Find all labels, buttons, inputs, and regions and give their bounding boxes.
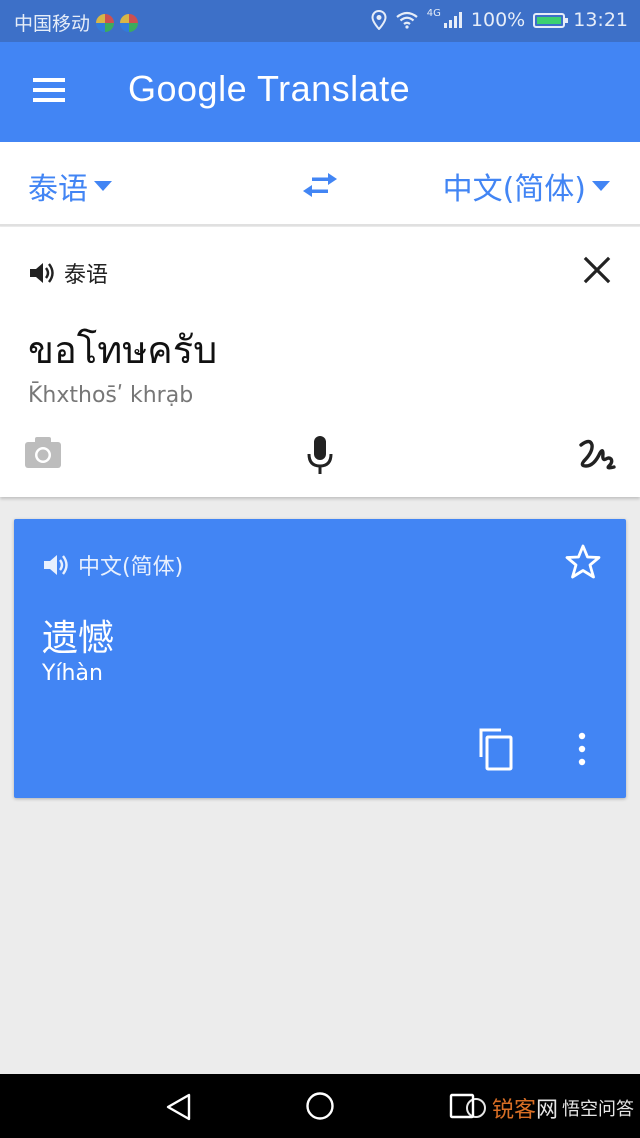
- source-language-tag: 泰语: [64, 263, 109, 288]
- translation-text: 遗憾: [42, 618, 115, 659]
- nav-home-button[interactable]: [305, 1091, 335, 1121]
- star-icon: [565, 544, 601, 579]
- status-bar: 中国移动 4G 100% 13:21: [0, 0, 640, 42]
- swap-languages-button[interactable]: [300, 168, 340, 202]
- volume-icon: [44, 555, 68, 575]
- handwriting-button[interactable]: [578, 437, 616, 471]
- app-title-translate: Translate: [256, 68, 411, 109]
- nav-back-button[interactable]: [164, 1092, 194, 1122]
- handwriting-icon: [579, 439, 616, 470]
- watermark-brand-b: 网: [535, 1098, 558, 1123]
- network-type-label: 4G: [426, 7, 441, 19]
- source-speak-button[interactable]: 泰语: [28, 257, 108, 289]
- app-notification-icon: [96, 13, 115, 32]
- clock: 13:21: [573, 9, 628, 31]
- menu-button[interactable]: [26, 72, 72, 112]
- copy-icon: [479, 728, 513, 771]
- hamburger-icon: [33, 78, 65, 82]
- copy-button[interactable]: [476, 727, 516, 771]
- input-card[interactable]: 泰语 ขอโทษครับ K̄hxthos̄ʹ khrạb: [0, 227, 640, 497]
- camera-icon: [25, 437, 61, 468]
- signal-icon: [443, 12, 462, 28]
- target-language-tag: 中文(简体): [78, 555, 184, 580]
- result-speak-button[interactable]: 中文(简体): [42, 549, 183, 581]
- back-triangle-icon: [166, 1093, 191, 1121]
- location-icon: [371, 10, 387, 30]
- target-language-label: 中文(简体): [442, 172, 586, 207]
- app-bar: Google Translate: [0, 42, 640, 142]
- status-left: 中国移动: [14, 9, 139, 36]
- dropdown-caret-icon: [94, 181, 112, 191]
- volume-icon: [30, 263, 54, 283]
- hamburger-icon-bar: [33, 98, 65, 102]
- battery-percent: 100%: [470, 9, 526, 31]
- target-language-selector[interactable]: 中文(简体): [443, 164, 610, 208]
- app-title: Google Translate: [128, 68, 410, 110]
- wifi-icon: [396, 11, 418, 29]
- source-language-label: 泰语: [28, 172, 88, 207]
- microphone-icon: [307, 436, 333, 474]
- status-right: 4G 100% 13:21: [371, 7, 628, 31]
- dropdown-caret-icon: [592, 181, 610, 191]
- more-options-button[interactable]: [572, 729, 592, 769]
- clear-input-button[interactable]: [582, 255, 612, 285]
- microphone-button[interactable]: [304, 435, 336, 475]
- app-notification-icon: [120, 13, 139, 32]
- watermark-brand-c: 悟空问答: [562, 1099, 634, 1120]
- save-favorite-button[interactable]: [564, 543, 602, 581]
- system-nav-bar: 锐客网 悟空问答: [0, 1074, 640, 1138]
- carrier-label: 中国移动: [14, 13, 91, 35]
- language-bar: 泰语 中文(简体): [0, 142, 640, 226]
- watermark-brand-a: 锐客: [491, 1098, 536, 1123]
- close-icon: [583, 256, 611, 284]
- camera-button[interactable]: [24, 435, 62, 469]
- watermark: 锐客网 悟空问答: [465, 1092, 634, 1124]
- source-transliteration: K̄hxthos̄ʹ khrạb: [28, 383, 194, 408]
- more-vert-icon: [578, 732, 586, 766]
- source-text[interactable]: ขอโทษครับ: [28, 319, 217, 380]
- translation-result-card[interactable]: 中文(简体) 遗憾 Yíhàn: [14, 519, 626, 798]
- swap-arrows-icon: [303, 173, 337, 197]
- battery-icon: [533, 12, 569, 28]
- watermark-logo-icon: [465, 1098, 486, 1118]
- home-circle-icon: [306, 1092, 334, 1120]
- app-title-google: Google: [128, 68, 248, 109]
- hamburger-icon-bar: [33, 88, 65, 92]
- translation-transliteration: Yíhàn: [42, 661, 103, 686]
- source-language-selector[interactable]: 泰语: [28, 164, 112, 208]
